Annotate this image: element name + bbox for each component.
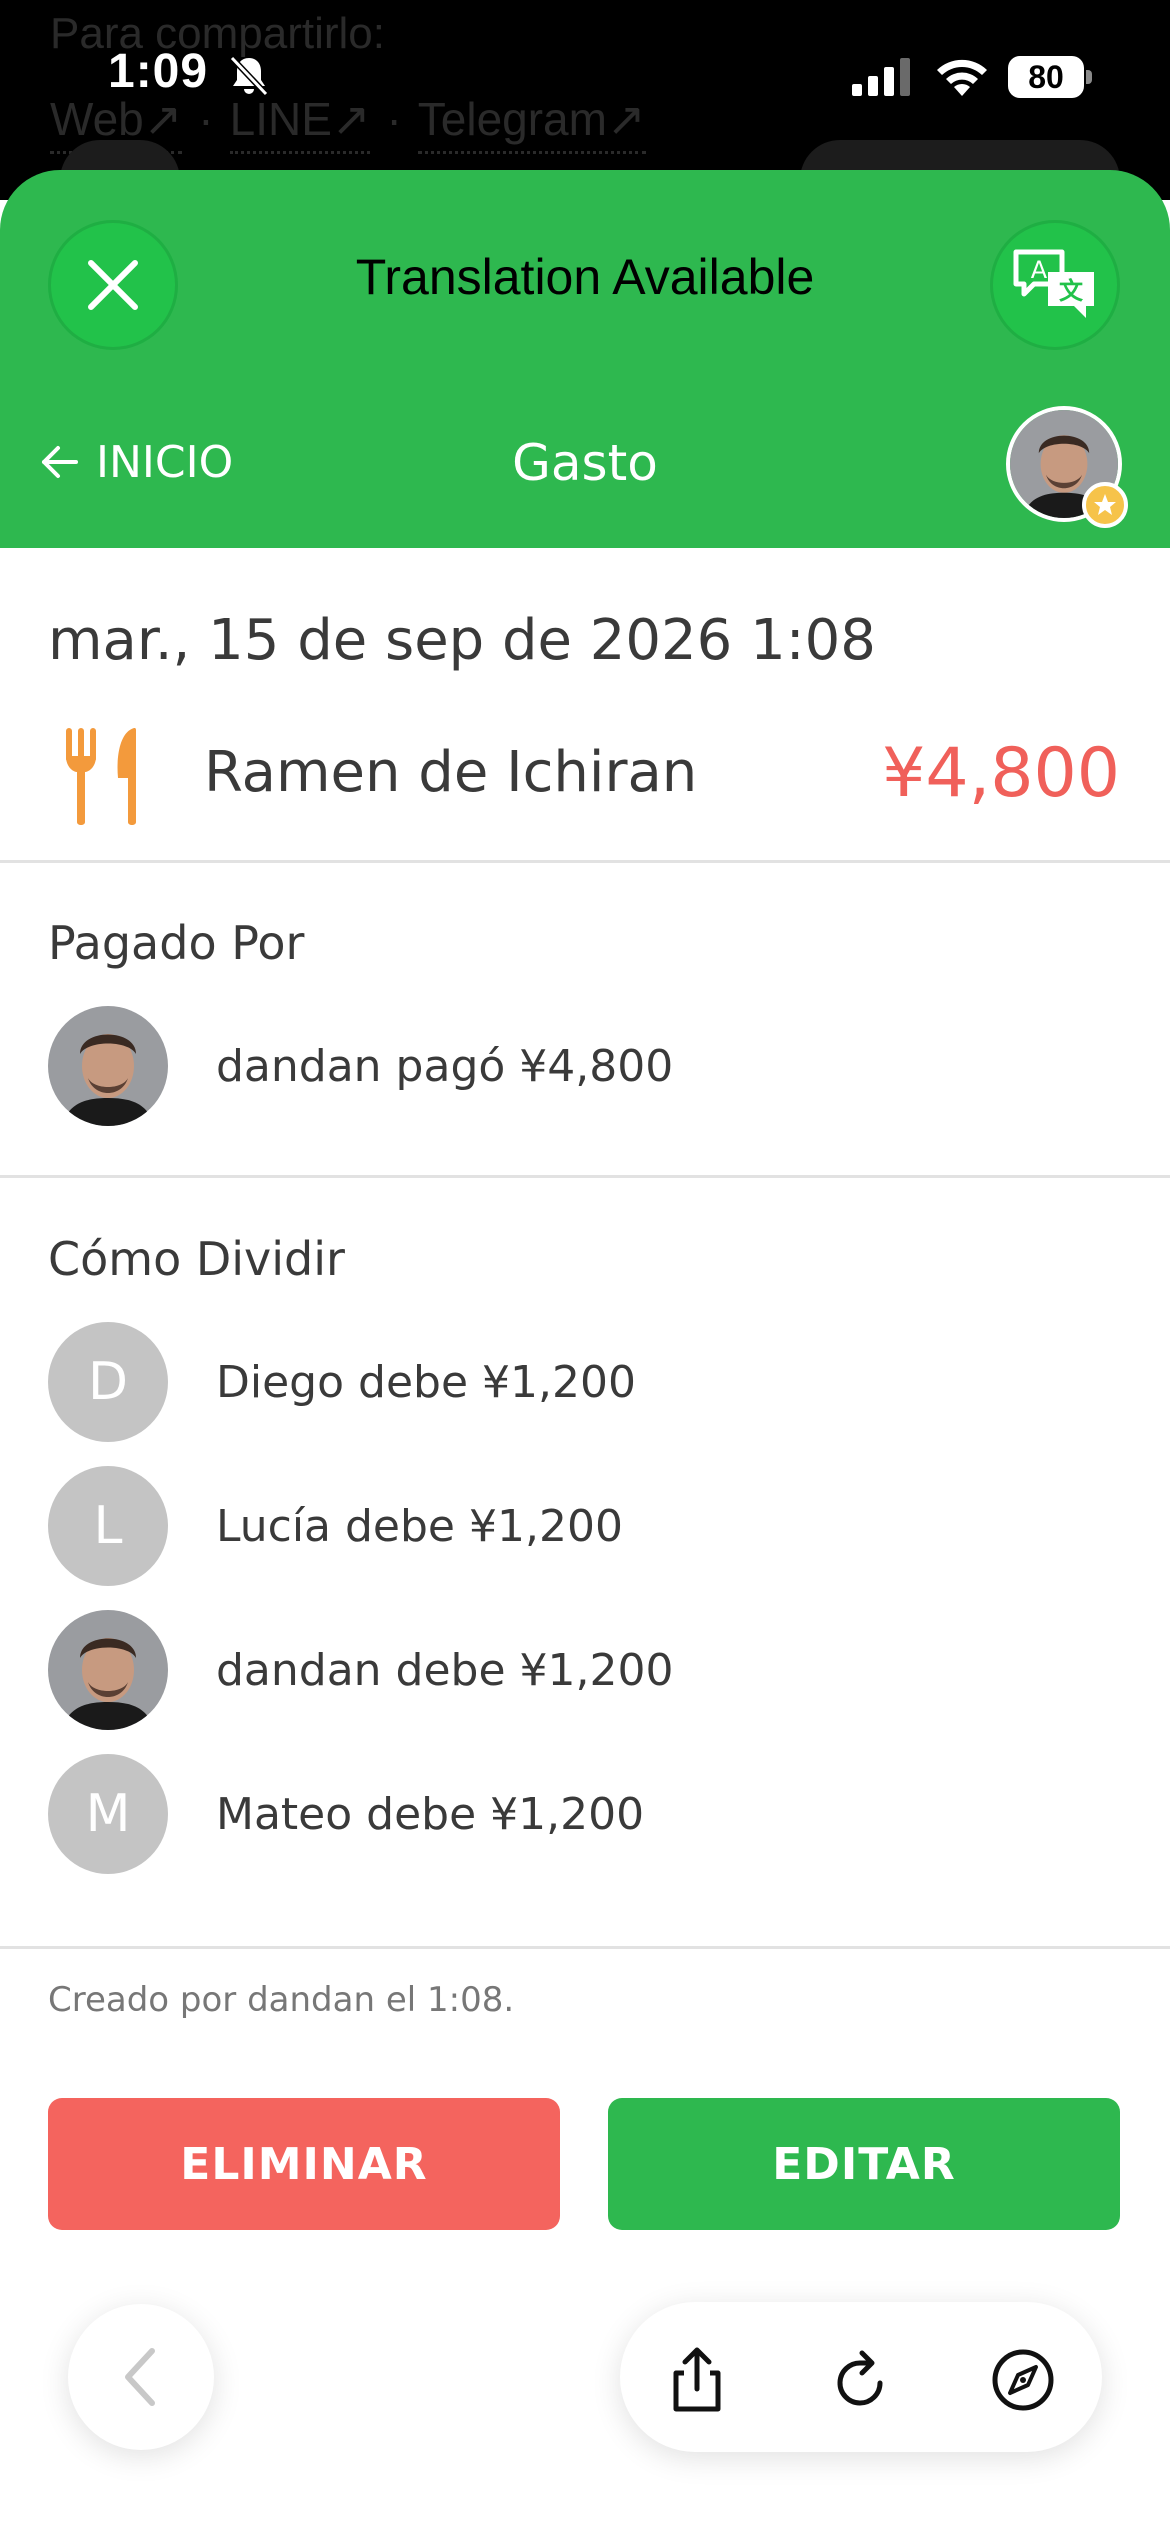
delete-button[interactable]: ELIMINAR	[48, 2098, 560, 2230]
background-link-telegram: Telegram↗	[417, 93, 646, 154]
avatar-photo	[48, 1610, 168, 1730]
avatar	[48, 1006, 168, 1126]
split-row: dandan debe ¥1,200	[48, 1610, 674, 1730]
cellular-signal-icon	[852, 58, 910, 96]
status-time: 1:09	[108, 45, 209, 98]
avatar-initial: L	[48, 1466, 168, 1586]
share-icon[interactable]	[664, 2347, 730, 2413]
expense-header: Translation Available A 文 INICIO Gasto	[0, 170, 1170, 548]
link-separator: ·	[198, 93, 214, 145]
translation-banner-title: Translation Available	[355, 249, 815, 305]
wifi-icon	[937, 59, 987, 96]
split-text: Diego debe ¥1,200	[216, 1356, 636, 1408]
created-by-note: Creado por dandan el 1:08.	[48, 1980, 515, 2020]
paid-by-text: dandan pagó ¥4,800	[216, 1040, 674, 1092]
avatar-initial: M	[48, 1754, 168, 1874]
avatar-photo	[48, 1006, 168, 1126]
svg-text:文: 文	[1059, 277, 1084, 305]
link-separator: ·	[386, 93, 402, 145]
background-link-line: LINE↗	[229, 93, 371, 154]
expense-date: mar., 15 de sep de 2026 1:08	[48, 608, 876, 673]
divider	[0, 860, 1170, 863]
reload-icon[interactable]	[828, 2347, 894, 2413]
back-home-link[interactable]: INICIO	[40, 432, 233, 492]
close-translation-button[interactable]	[48, 220, 178, 350]
divider	[0, 1946, 1170, 1949]
browser-toolbar	[620, 2302, 1102, 2452]
edit-button[interactable]: EDITAR	[608, 2098, 1120, 2230]
split-title: Cómo Dividir	[48, 1232, 345, 1286]
paid-by-row: dandan pagó ¥4,800	[48, 1006, 673, 1126]
divider	[0, 1175, 1170, 1178]
split-row: D Diego debe ¥1,200	[48, 1322, 636, 1442]
chevron-left-icon	[125, 2348, 155, 2406]
compass-icon[interactable]	[990, 2347, 1056, 2413]
page-title: Gasto	[512, 434, 658, 492]
split-row: M Mateo debe ¥1,200	[48, 1754, 644, 1874]
paid-by-title: Pagado Por	[48, 916, 305, 970]
svg-text:A: A	[1031, 256, 1048, 284]
bell-slash-icon	[229, 55, 269, 97]
expense-amount: ¥4,800	[882, 734, 1120, 813]
premium-badge	[1082, 482, 1128, 528]
fork-knife-icon	[66, 728, 136, 825]
browser-back-button[interactable]	[68, 2304, 214, 2450]
arrow-left-icon	[42, 446, 78, 478]
back-home-label: INICIO	[96, 436, 234, 488]
split-row: L Lucía debe ¥1,200	[48, 1466, 623, 1586]
close-icon	[88, 260, 138, 310]
split-text: dandan debe ¥1,200	[216, 1644, 674, 1696]
split-text: Mateo debe ¥1,200	[216, 1788, 645, 1840]
avatar-initial: D	[48, 1322, 168, 1442]
star-icon	[1094, 494, 1116, 515]
translate-button[interactable]: A 文	[990, 220, 1120, 350]
battery-level: 80	[1008, 56, 1084, 98]
translate-icon: A 文	[1013, 249, 1094, 318]
split-text: Lucía debe ¥1,200	[216, 1500, 623, 1552]
battery-tip	[1086, 70, 1092, 84]
background-share-text: Para compartirlo:	[50, 9, 386, 58]
background-share-links: Web↗ · LINE↗ · Telegram↗	[50, 92, 646, 154]
battery-indicator: 80	[1008, 56, 1092, 98]
avatar	[48, 1610, 168, 1730]
expense-name: Ramen de Ichiran	[204, 740, 698, 805]
